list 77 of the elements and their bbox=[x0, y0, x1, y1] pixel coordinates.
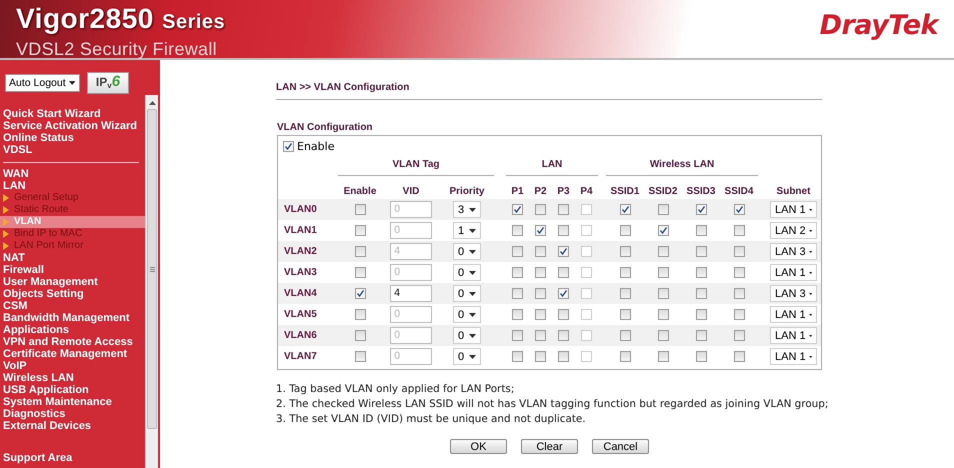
vlan-name: VLAN0 bbox=[283, 204, 318, 215]
menu-item[interactable]: Certificate Management bbox=[0, 348, 145, 360]
column-header: P2 bbox=[533, 184, 548, 196]
menu-item[interactable]: Firewall bbox=[0, 264, 145, 276]
enable-label: Enable bbox=[297, 140, 334, 153]
menu-item[interactable]: User Management bbox=[0, 276, 145, 288]
priority-select[interactable]: 1 bbox=[453, 222, 481, 239]
vlan-name: VLAN7 bbox=[283, 351, 318, 362]
menu-item[interactable]: VoIP bbox=[0, 360, 145, 372]
priority-select[interactable]: 0 bbox=[453, 285, 481, 302]
menu-item[interactable]: WAN bbox=[0, 168, 145, 180]
column-header: P1 bbox=[510, 184, 525, 196]
menu-item[interactable]: NAT bbox=[0, 252, 145, 264]
priority-select[interactable]: 0 bbox=[453, 264, 481, 281]
menu-item[interactable]: Quick Start Wizard bbox=[0, 108, 145, 120]
group-heading: VLAN Tag bbox=[338, 156, 494, 176]
note-text: 2. The checked Wireless LAN SSID will not has VLAN tagging function but regarded as joining VLAN group; bbox=[276, 397, 830, 412]
menu-item[interactable]: External Devices bbox=[0, 420, 145, 432]
column-header: SSID2 bbox=[648, 184, 678, 196]
product-name: Vigor2850 bbox=[16, 3, 154, 34]
product-subtitle: VDSL2 Security Firewall bbox=[16, 39, 218, 59]
column-header: VID bbox=[402, 184, 420, 196]
column-header: P4 bbox=[579, 184, 594, 196]
vlan-name: VLAN1 bbox=[283, 225, 318, 236]
subnet-select[interactable]: LAN 1 bbox=[770, 201, 817, 218]
section-title: VLAN Configuration bbox=[276, 122, 374, 133]
column-header: SSID3 bbox=[686, 184, 716, 196]
column-header: SSID1 bbox=[610, 184, 640, 196]
menu-item[interactable]: Wireless LAN bbox=[0, 372, 145, 384]
auto-logout-select[interactable]: Auto Logout bbox=[5, 74, 80, 92]
column-header: Priority bbox=[448, 184, 486, 196]
series-label: Series bbox=[162, 11, 226, 33]
menu-item[interactable]: USB Application bbox=[0, 384, 145, 396]
subnet-select[interactable]: LAN 1 bbox=[770, 306, 817, 323]
column-header: P3 bbox=[556, 184, 571, 196]
brand-logo: DrayTek bbox=[820, 9, 941, 41]
menu-item[interactable]: Objects Setting bbox=[0, 288, 145, 300]
priority-select[interactable]: 0 bbox=[453, 243, 481, 260]
subnet-select[interactable]: LAN 3 bbox=[770, 285, 817, 302]
menu-item[interactable]: VPN and Remote Access bbox=[0, 336, 145, 348]
column-header: Enable bbox=[342, 184, 378, 196]
note-text: 3. The set VLAN ID (VID) must be unique and not duplicate. bbox=[276, 412, 587, 427]
vlan-name: VLAN6 bbox=[283, 330, 318, 341]
menu-item[interactable]: Service Activation Wizard bbox=[0, 120, 145, 132]
subnet-select[interactable]: LAN 3 bbox=[770, 243, 817, 260]
vlan-name: VLAN3 bbox=[283, 267, 318, 278]
note-text: 1. Tag based VLAN only applied for LAN Ports; bbox=[276, 382, 516, 397]
subnet-select[interactable]: LAN 2 bbox=[770, 222, 817, 239]
menu-item[interactable]: Bandwidth Management bbox=[0, 312, 145, 324]
support-area-label: Support Area bbox=[2, 452, 74, 464]
column-header: SSID4 bbox=[724, 184, 754, 196]
menu-item[interactable]: CSM bbox=[0, 300, 145, 312]
vlan-name: VLAN2 bbox=[283, 246, 318, 257]
menu-item[interactable]: Online Status bbox=[0, 132, 145, 144]
subnet-select[interactable]: LAN 1 bbox=[770, 264, 817, 281]
priority-select[interactable]: 0 bbox=[453, 348, 481, 365]
vlan-name: VLAN4 bbox=[283, 288, 318, 299]
vid-field[interactable]: 4 bbox=[390, 285, 432, 302]
menu-item[interactable]: Applications bbox=[0, 324, 145, 336]
menu-item[interactable]: VDSL bbox=[0, 144, 145, 156]
menu-item[interactable]: Diagnostics bbox=[0, 408, 145, 420]
menu-item[interactable]: LAN bbox=[0, 180, 145, 192]
subnet-select[interactable]: LAN 1 bbox=[770, 348, 817, 365]
priority-select[interactable]: 0 bbox=[453, 327, 481, 344]
group-heading: LAN bbox=[506, 156, 598, 176]
submenu-item[interactable]: VLAN bbox=[0, 216, 145, 228]
column-header: Subnet bbox=[776, 184, 812, 196]
priority-select[interactable]: 3 bbox=[453, 201, 481, 218]
breadcrumb: LAN >> VLAN Configuration bbox=[276, 82, 822, 100]
menu-item[interactable]: System Maintenance bbox=[0, 396, 145, 408]
group-heading: Wireless LAN bbox=[606, 156, 758, 176]
priority-select[interactable]: 0 bbox=[453, 306, 481, 323]
vlan-name: VLAN5 bbox=[283, 309, 318, 320]
action-button[interactable]: Cancel bbox=[592, 439, 649, 454]
action-button[interactable]: Clear bbox=[521, 439, 578, 454]
subnet-select[interactable]: LAN 1 bbox=[770, 327, 817, 344]
action-button[interactable]: OK bbox=[450, 439, 507, 454]
